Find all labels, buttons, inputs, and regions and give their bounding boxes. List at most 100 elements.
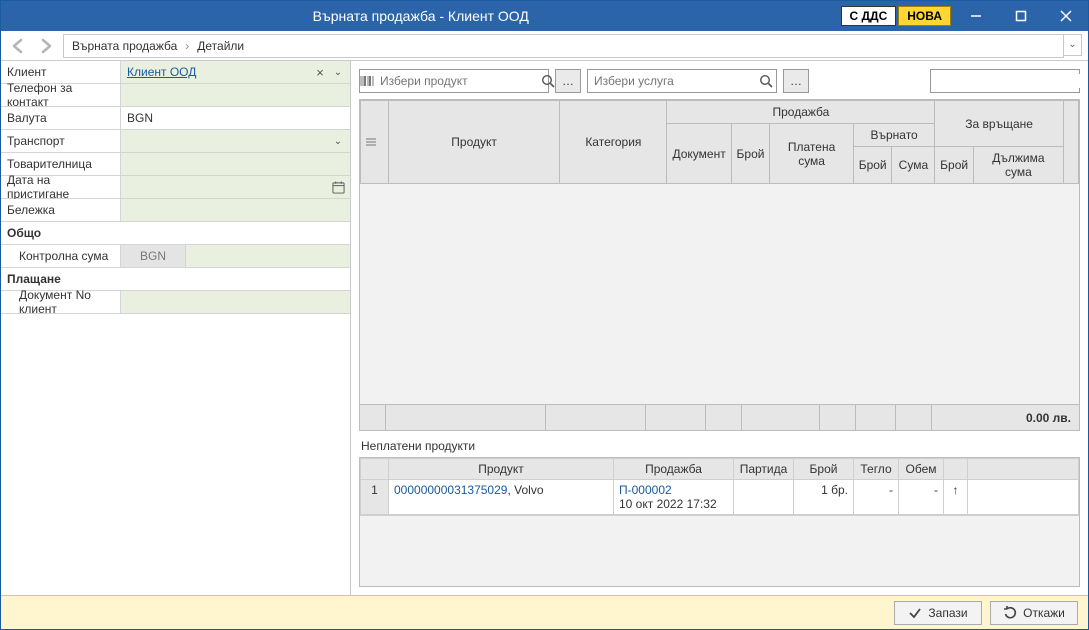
- service-search[interactable]: [587, 69, 777, 93]
- action-bar: Запази Откажи: [1, 595, 1088, 629]
- col-qty[interactable]: Брой: [731, 124, 770, 184]
- maximize-button[interactable]: [998, 1, 1043, 31]
- check-icon: [908, 606, 922, 620]
- cell-weight[interactable]: -: [854, 480, 899, 515]
- breadcrumb-dropdown-button[interactable]: ⌄: [1064, 34, 1082, 56]
- arrow-up-icon[interactable]: ↑: [953, 483, 959, 497]
- main-content: Клиент Клиент ООД × ⌄ Телефон за контакт…: [1, 61, 1088, 595]
- clear-icon[interactable]: ×: [312, 64, 328, 80]
- returns-grid: Продукт Категория Продажба За връщане До…: [359, 99, 1080, 431]
- breadcrumb-item-detail[interactable]: Детайли: [197, 39, 244, 53]
- col-sale[interactable]: Продажба: [614, 459, 734, 480]
- row-doc-no: Документ No клиент: [1, 291, 350, 314]
- col-category[interactable]: Категория: [560, 101, 667, 184]
- cell-lot[interactable]: [734, 480, 794, 515]
- col-spacer: [1063, 101, 1078, 184]
- field-waybill[interactable]: [121, 153, 350, 175]
- product-code-link[interactable]: 00000000031375029: [394, 483, 507, 497]
- label-currency: Валута: [1, 107, 121, 129]
- chevron-down-icon[interactable]: ⌄: [330, 64, 346, 80]
- row-arrival-date: Дата на пристигане: [1, 176, 350, 199]
- col-filler: [968, 459, 1079, 480]
- field-doc-no[interactable]: [121, 291, 350, 313]
- close-button[interactable]: [1043, 1, 1088, 31]
- title-badges: С ДДС НОВА: [841, 6, 952, 26]
- cell-volume[interactable]: -: [899, 480, 944, 515]
- product-name: , Volvo: [507, 483, 543, 497]
- product-more-button[interactable]: …: [555, 69, 581, 93]
- product-search-input[interactable]: [374, 74, 541, 88]
- col-to-ret-qty[interactable]: Брой: [935, 147, 974, 184]
- sale-date: 10 окт 2022 17:32: [619, 497, 717, 511]
- cell-product[interactable]: 00000000031375029, Volvo: [389, 480, 614, 515]
- field-control-sum[interactable]: [186, 245, 350, 267]
- barcode-icon: [360, 75, 374, 87]
- col-action: [944, 459, 968, 480]
- col-lot[interactable]: Партида: [734, 459, 794, 480]
- field-phone[interactable]: [121, 84, 350, 106]
- colgrp-returned: Върнато: [853, 124, 934, 147]
- cancel-label: Откажи: [1023, 606, 1065, 620]
- calendar-icon[interactable]: [330, 179, 346, 195]
- badge-new: НОВА: [898, 6, 951, 26]
- service-search-input[interactable]: [588, 74, 755, 88]
- col-selector[interactable]: [361, 101, 389, 184]
- window-title: Върната продажба - Клиент ООД: [1, 8, 841, 24]
- search-icon[interactable]: [755, 70, 776, 92]
- returns-grid-body[interactable]: [360, 184, 1079, 404]
- search-icon[interactable]: [541, 70, 555, 92]
- minimize-button[interactable]: [953, 1, 998, 31]
- col-document[interactable]: Документ: [667, 124, 731, 184]
- product-search[interactable]: [359, 69, 549, 93]
- free-search-input[interactable]: [931, 74, 1088, 88]
- unpaid-grid-body[interactable]: [360, 515, 1079, 586]
- col-product[interactable]: Продукт: [389, 459, 614, 480]
- search-row: … …: [351, 61, 1088, 99]
- col-rownum: [361, 459, 389, 480]
- save-button[interactable]: Запази: [894, 601, 982, 625]
- client-link[interactable]: Клиент ООД: [127, 65, 196, 79]
- sale-doc-link[interactable]: П-000002: [619, 483, 672, 497]
- col-product[interactable]: Продукт: [388, 101, 559, 184]
- row-transport: Транспорт ⌄: [1, 130, 350, 153]
- nav-forward-button[interactable]: [35, 35, 57, 57]
- nav-back-button[interactable]: [7, 35, 29, 57]
- row-control-sum: Контролна сума BGN: [1, 245, 350, 268]
- breadcrumb-item-root[interactable]: Върната продажба: [72, 39, 177, 53]
- free-search[interactable]: [930, 69, 1080, 93]
- colgrp-sale: Продажба: [667, 101, 935, 124]
- cell-sale[interactable]: П-000002 10 окт 2022 17:32: [614, 480, 734, 515]
- label-doc-no: Документ No клиент: [1, 291, 121, 313]
- returns-grid-footer: 0.00 лв.: [360, 404, 1079, 430]
- col-volume[interactable]: Обем: [899, 459, 944, 480]
- service-more-button[interactable]: …: [783, 69, 809, 93]
- col-ret-sum[interactable]: Сума: [892, 147, 935, 184]
- cancel-button[interactable]: Откажи: [990, 601, 1078, 625]
- field-note[interactable]: [121, 199, 350, 221]
- row-note: Бележка: [1, 199, 350, 222]
- table-row[interactable]: 1 00000000031375029, Volvo П-000002 10 о…: [361, 480, 1079, 515]
- col-qty[interactable]: Брой: [794, 459, 854, 480]
- label-waybill: Товарителница: [1, 153, 121, 175]
- nav-bar: Върната продажба › Детайли ⌄: [1, 31, 1088, 61]
- chevron-down-icon[interactable]: ⌄: [330, 133, 346, 149]
- col-paid-amount[interactable]: Платена сума: [770, 124, 854, 184]
- cell-move-up[interactable]: ↑: [944, 480, 968, 515]
- col-weight[interactable]: Тегло: [854, 459, 899, 480]
- field-client[interactable]: Клиент ООД × ⌄: [121, 61, 350, 83]
- col-ret-qty[interactable]: Брой: [853, 147, 892, 184]
- control-sum-currency: BGN: [121, 245, 186, 267]
- window-buttons: [953, 1, 1088, 31]
- row-currency: Валута BGN: [1, 107, 350, 130]
- cell-rownum: 1: [361, 480, 389, 515]
- breadcrumb[interactable]: Върната продажба › Детайли: [63, 34, 1064, 58]
- col-due-amount[interactable]: Дължима сума: [973, 147, 1063, 184]
- label-note: Бележка: [1, 199, 121, 221]
- cell-qty[interactable]: 1 бр.: [794, 480, 854, 515]
- field-transport[interactable]: ⌄: [121, 130, 350, 152]
- row-phone: Телефон за контакт: [1, 84, 350, 107]
- unpaid-grid: Продукт Продажба Партида Брой Тегло Обем…: [359, 457, 1080, 587]
- breadcrumb-sep-icon: ›: [179, 39, 195, 53]
- label-phone: Телефон за контакт: [1, 84, 121, 106]
- field-arrival-date[interactable]: [121, 176, 350, 198]
